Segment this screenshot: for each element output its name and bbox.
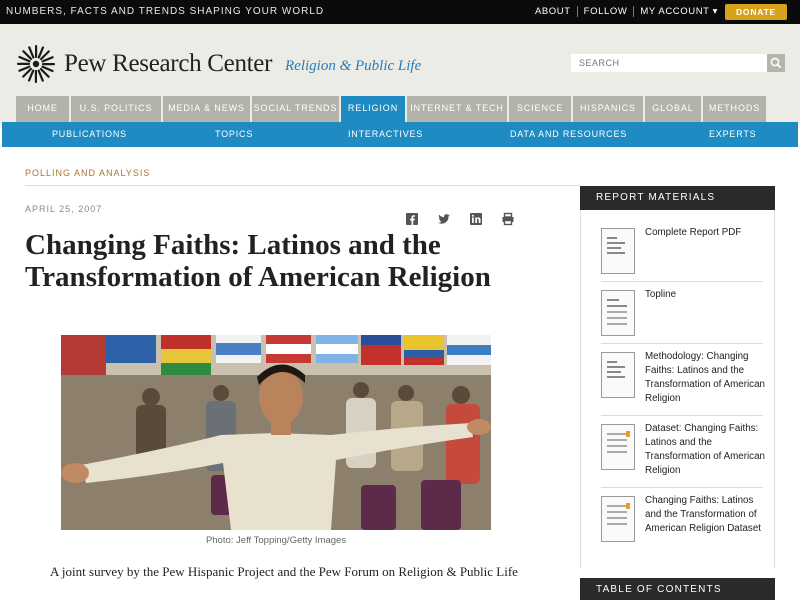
follow-link[interactable]: FOLLOW	[584, 6, 628, 17]
linkedin-share-icon[interactable]	[469, 212, 483, 226]
nav-methods[interactable]: METHODS	[703, 96, 766, 122]
nav-science[interactable]: SCIENCE	[509, 96, 571, 122]
nav-global[interactable]: GLOBAL	[645, 96, 701, 122]
report-materials-heading: REPORT MATERIALS	[580, 186, 775, 210]
material-methodology[interactable]: Methodology: Changing Faiths: Latinos an…	[601, 344, 765, 416]
article-intro: A joint survey by the Pew Hispanic Proje…	[50, 564, 518, 579]
divider	[633, 6, 635, 17]
nav-media-news[interactable]: MEDIA & NEWS	[163, 96, 250, 122]
subnav-interactives[interactable]: INTERACTIVES	[348, 129, 423, 139]
article-photo	[61, 335, 491, 530]
nav-us-politics[interactable]: U.S. POLITICS	[71, 96, 161, 122]
about-link[interactable]: ABOUT	[535, 6, 571, 17]
donate-button[interactable]: DONATE	[725, 4, 787, 20]
material-label[interactable]: Topline	[645, 288, 765, 302]
document-thumbnail-icon	[601, 228, 635, 274]
search-button[interactable]	[767, 54, 785, 72]
my-account-link[interactable]: MY ACCOUNT ▾	[640, 6, 718, 17]
nav-internet-tech[interactable]: INTERNET & TECH	[407, 96, 507, 122]
top-bar: NUMBERS, FACTS AND TRENDS SHAPING YOUR W…	[0, 0, 800, 24]
spreadsheet-thumbnail-icon	[601, 496, 635, 542]
spreadsheet-thumbnail-icon	[601, 424, 635, 470]
material-dataset-file[interactable]: Changing Faiths: Latinos and the Transfo…	[601, 488, 763, 554]
material-dataset[interactable]: Dataset: Changing Faiths: Latinos and th…	[601, 416, 765, 488]
divider	[576, 6, 578, 17]
site-tagline: NUMBERS, FACTS AND TRENDS SHAPING YOUR W…	[6, 6, 325, 17]
sub-nav: PUBLICATIONS TOPICS INTERACTIVES DATA AN…	[2, 122, 798, 147]
nav-home[interactable]: HOME	[16, 96, 69, 122]
nav-religion[interactable]: RELIGION	[341, 96, 405, 124]
search-icon	[770, 57, 782, 69]
material-label[interactable]: Methodology: Changing Faiths: Latinos an…	[645, 350, 765, 406]
material-label[interactable]: Complete Report PDF	[645, 226, 765, 240]
material-topline[interactable]: Topline	[601, 282, 763, 344]
subnav-data-and-resources[interactable]: DATA AND RESOURCES	[510, 129, 627, 139]
subnav-publications[interactable]: PUBLICATIONS	[52, 129, 127, 139]
top-links: ABOUT FOLLOW MY ACCOUNT ▾	[535, 6, 718, 17]
site-logo-text[interactable]: Pew Research Center	[64, 50, 272, 78]
publish-date: APRIL 25, 2007	[25, 204, 103, 214]
nav-social-trends[interactable]: SOCIAL TRENDS	[252, 96, 339, 122]
photo-caption: Photo: Jeff Topping/Getty Images	[205, 535, 347, 546]
table-of-contents-heading[interactable]: TABLE OF CONTENTS	[580, 578, 775, 600]
subnav-experts[interactable]: EXPERTS	[709, 129, 756, 139]
site-section-name[interactable]: Religion & Public Life	[285, 58, 421, 75]
facebook-share-icon[interactable]	[405, 212, 419, 226]
pew-logo-icon[interactable]	[16, 44, 56, 84]
worship-photo-image	[61, 335, 491, 530]
print-icon[interactable]	[501, 212, 515, 226]
main-nav: HOME U.S. POLITICS MEDIA & NEWS SOCIAL T…	[16, 96, 766, 124]
divider	[25, 185, 580, 186]
nav-hispanics[interactable]: HISPANICS	[573, 96, 643, 122]
report-materials-list: Complete Report PDF Topline Methodology:…	[580, 210, 775, 568]
twitter-share-icon[interactable]	[437, 212, 451, 226]
material-label[interactable]: Dataset: Changing Faiths: Latinos and th…	[645, 422, 765, 478]
section-label[interactable]: POLLING AND ANALYSIS	[25, 168, 150, 178]
document-thumbnail-icon	[601, 352, 635, 398]
document-thumbnail-icon	[601, 290, 635, 336]
material-complete-report-pdf[interactable]: Complete Report PDF	[601, 220, 763, 282]
material-label[interactable]: Changing Faiths: Latinos and the Transfo…	[645, 494, 765, 536]
subnav-topics[interactable]: TOPICS	[215, 129, 253, 139]
page-title: Changing Faiths: Latinos and the Transfo…	[25, 229, 491, 293]
search-input[interactable]	[571, 54, 767, 72]
